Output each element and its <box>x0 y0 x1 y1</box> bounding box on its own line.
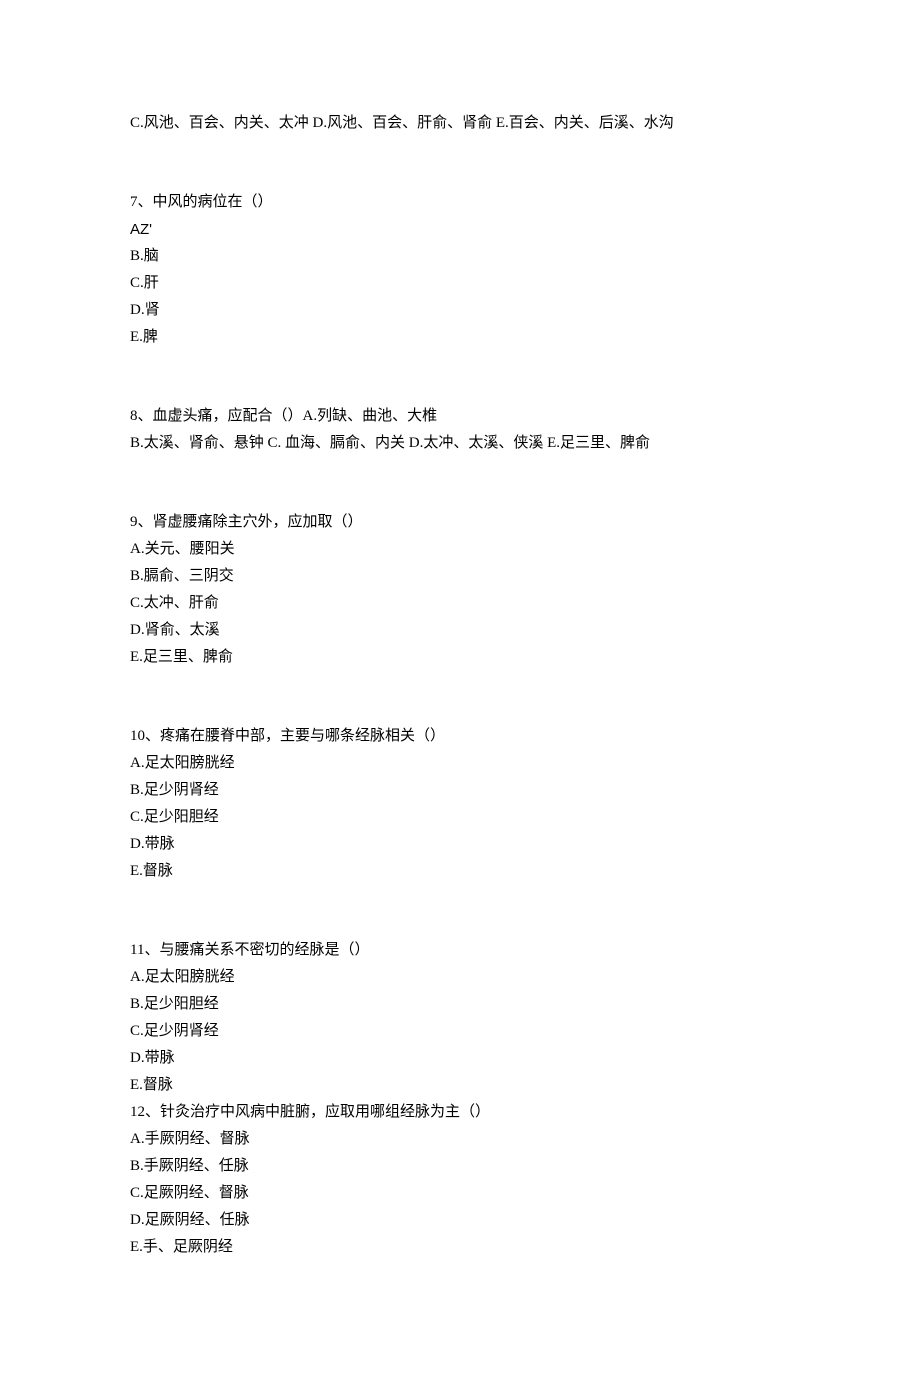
question-10-stem: 10、疼痛在腰脊中部，主要与哪条经脉相关（） <box>130 723 790 750</box>
question-12-stem: 12、针灸治疗中风病中脏腑，应取用哪组经脉为主（） <box>130 1099 790 1126</box>
question-11-option-b: B.足少阳胆经 <box>130 991 790 1018</box>
question-9-option-d: D.肾俞、太溪 <box>130 617 790 644</box>
question-9-option-b: B.膈俞、三阴交 <box>130 563 790 590</box>
question-12-option-e: E.手、足厥阴经 <box>130 1234 790 1261</box>
question-12-option-d: D.足厥阴经、任脉 <box>130 1207 790 1234</box>
question-12-option-b: B.手厥阴经、任脉 <box>130 1153 790 1180</box>
question-11-option-a: A.足太阳膀胱经 <box>130 964 790 991</box>
question-9: 9、肾虚腰痛除主穴外，应加取（） A.关元、腰阳关 B.膈俞、三阴交 C.太冲、… <box>130 509 790 671</box>
question-7: 7、中风的病位在（） AZ' B.脑 C.肝 D.肾 E.脾 <box>130 189 790 351</box>
question-6-options-cde: C.风池、百会、内关、太冲 D.风池、百会、肝俞、肾俞 E.百会、内关、后溪、水… <box>130 110 790 137</box>
question-10-option-b: B.足少阴肾经 <box>130 777 790 804</box>
question-7-option-d: D.肾 <box>130 297 790 324</box>
question-7-option-c: C.肝 <box>130 270 790 297</box>
question-11-stem: 11、与腰痛关系不密切的经脉是（） <box>130 937 790 964</box>
question-7-option-a: AZ' <box>130 216 790 243</box>
question-8: 8、血虚头痛，应配合（）A.列缺、曲池、大椎 B.太溪、肾俞、悬钟 C. 血海、… <box>130 403 790 457</box>
question-11: 11、与腰痛关系不密切的经脉是（） A.足太阳膀胱经 B.足少阳胆经 C.足少阴… <box>130 937 790 1099</box>
question-10-option-a: A.足太阳膀胱经 <box>130 750 790 777</box>
question-9-option-e: E.足三里、脾俞 <box>130 644 790 671</box>
question-10-option-d: D.带脉 <box>130 831 790 858</box>
question-9-stem: 9、肾虚腰痛除主穴外，应加取（） <box>130 509 790 536</box>
question-8-line1: 8、血虚头痛，应配合（）A.列缺、曲池、大椎 <box>130 403 790 430</box>
question-10: 10、疼痛在腰脊中部，主要与哪条经脉相关（） A.足太阳膀胱经 B.足少阴肾经 … <box>130 723 790 885</box>
question-6-remainder: C.风池、百会、内关、太冲 D.风池、百会、肝俞、肾俞 E.百会、内关、后溪、水… <box>130 110 790 137</box>
question-12: 12、针灸治疗中风病中脏腑，应取用哪组经脉为主（） A.手厥阴经、督脉 B.手厥… <box>130 1099 790 1261</box>
question-9-option-c: C.太冲、肝俞 <box>130 590 790 617</box>
question-10-option-e: E.督脉 <box>130 858 790 885</box>
question-11-option-e: E.督脉 <box>130 1072 790 1099</box>
question-8-line2: B.太溪、肾俞、悬钟 C. 血海、膈俞、内关 D.太冲、太溪、侠溪 E.足三里、… <box>130 430 790 457</box>
question-10-option-c: C.足少阳胆经 <box>130 804 790 831</box>
question-9-option-a: A.关元、腰阳关 <box>130 536 790 563</box>
question-7-option-e: E.脾 <box>130 324 790 351</box>
question-12-option-a: A.手厥阴经、督脉 <box>130 1126 790 1153</box>
question-7-stem: 7、中风的病位在（） <box>130 189 790 216</box>
question-12-option-c: C.足厥阴经、督脉 <box>130 1180 790 1207</box>
question-11-option-d: D.带脉 <box>130 1045 790 1072</box>
question-7-option-b: B.脑 <box>130 243 790 270</box>
question-11-option-c: C.足少阴肾经 <box>130 1018 790 1045</box>
